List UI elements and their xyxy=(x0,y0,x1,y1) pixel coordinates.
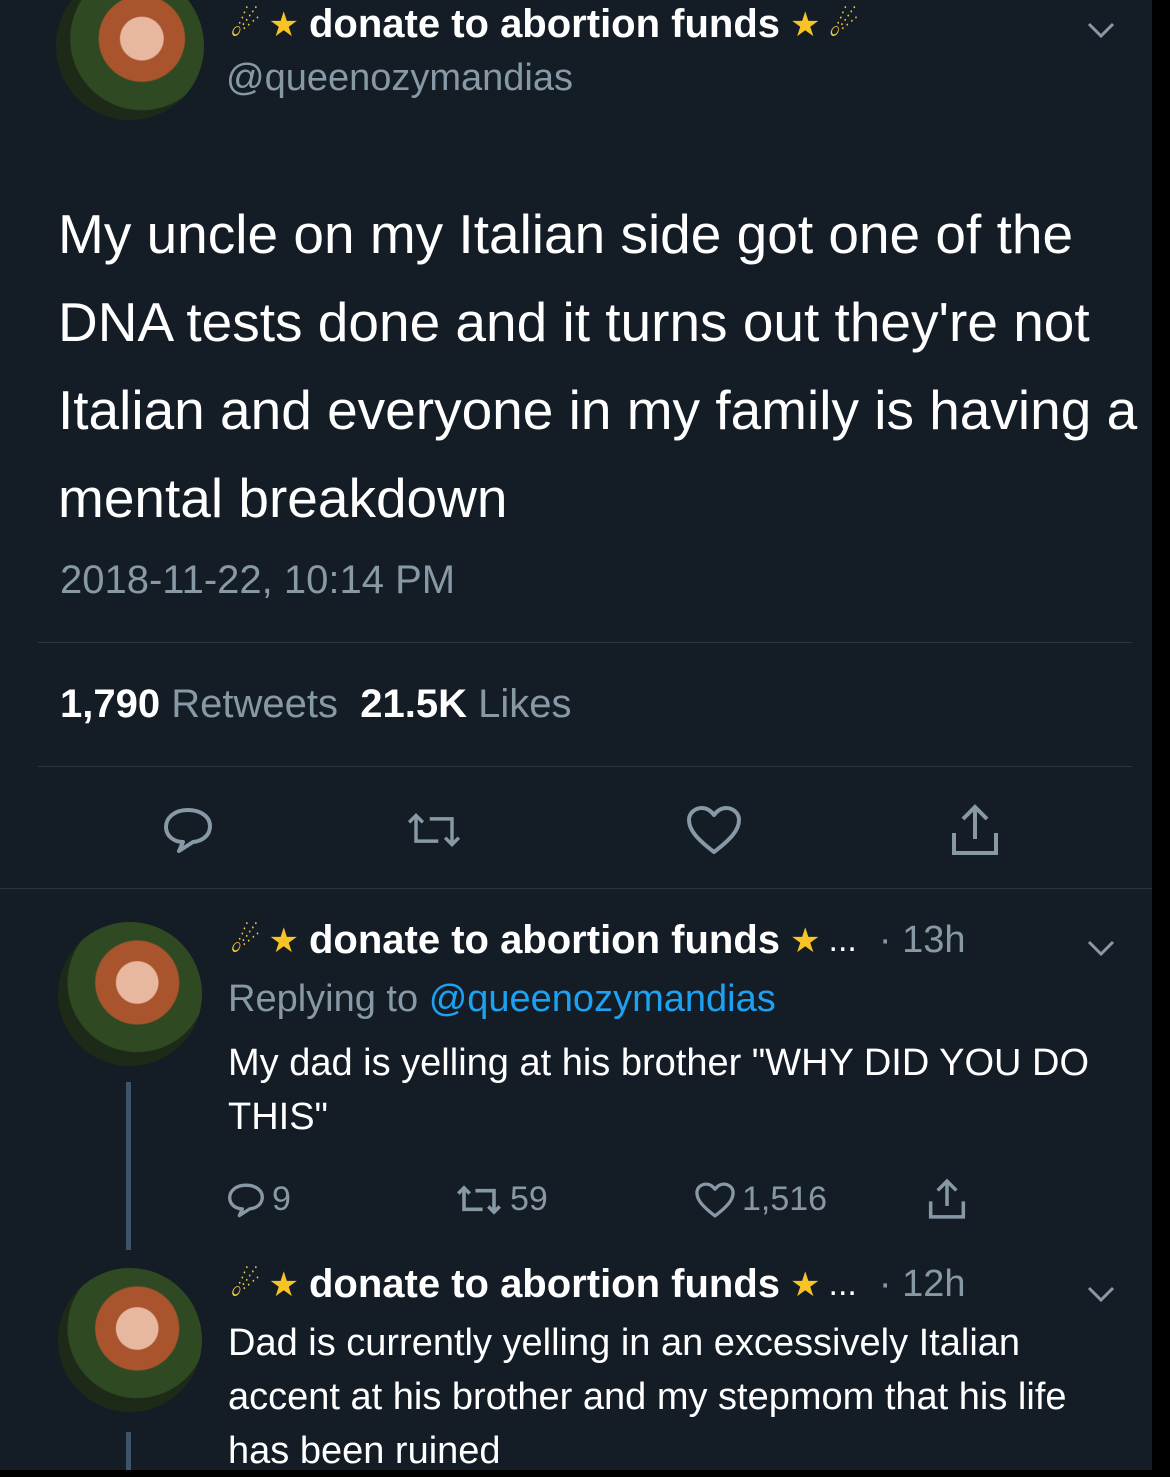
reply-text: My dad is yelling at his brother "WHY DI… xyxy=(228,1042,1090,1138)
reply-header: ☄ ★ donate to abortion funds ★ ... · 13h xyxy=(226,918,965,963)
replying-to: Replying to @queenozymandias xyxy=(228,978,776,1021)
retweet-icon xyxy=(457,1184,501,1215)
comet-emoji-icon: ☄ xyxy=(230,1265,261,1304)
divider xyxy=(0,888,1152,889)
retweet-icon xyxy=(407,813,461,847)
comet-emoji-icon: ☄ xyxy=(828,5,859,44)
retweets-count[interactable]: 1,790 xyxy=(60,682,160,726)
tweet-timestamp[interactable]: 2018-11-22, 10:14 PM xyxy=(60,558,455,603)
share-button[interactable] xyxy=(926,1178,974,1220)
reply-time[interactable]: · 13h xyxy=(879,919,966,962)
name-ellipsis: ... xyxy=(828,921,857,959)
comet-emoji-icon: ☄ xyxy=(230,5,261,44)
reply-button[interactable]: 9 xyxy=(226,1180,291,1219)
star-emoji-icon: ★ xyxy=(790,1265,821,1304)
retweet-count: 59 xyxy=(510,1180,548,1218)
tweet-stats: 1,790 Retweets 21.5K Likes xyxy=(60,682,571,727)
reply-icon xyxy=(228,1183,264,1217)
share-icon xyxy=(928,1178,966,1219)
like-button[interactable]: 1,516 xyxy=(694,1180,827,1219)
user-handle[interactable]: @queenozymandias xyxy=(226,57,863,100)
replying-label: Replying to xyxy=(228,978,419,1020)
avatar[interactable] xyxy=(58,922,202,1066)
likes-label[interactable]: Likes xyxy=(478,682,571,726)
divider xyxy=(38,642,1132,643)
tweet-screen: ☄ ★ donate to abortion funds ★ ☄ @queeno… xyxy=(0,0,1152,1470)
retweet-button[interactable] xyxy=(404,800,464,860)
star-emoji-icon: ★ xyxy=(268,5,299,44)
star-emoji-icon: ★ xyxy=(268,1265,299,1304)
likes-count[interactable]: 21.5K xyxy=(360,682,467,726)
name-ellipsis: ... xyxy=(828,1265,857,1303)
avatar[interactable] xyxy=(58,1268,202,1412)
reply-time[interactable]: · 12h xyxy=(879,1263,966,1306)
avatar[interactable] xyxy=(56,0,204,120)
display-name[interactable]: donate to abortion funds xyxy=(309,2,780,47)
display-name[interactable]: donate to abortion funds xyxy=(309,918,780,963)
main-tweet-header: ☄ ★ donate to abortion funds ★ ☄ @queeno… xyxy=(226,2,863,100)
star-emoji-icon: ★ xyxy=(790,921,821,960)
share-icon xyxy=(952,804,998,855)
like-count: 1,516 xyxy=(742,1180,828,1218)
star-emoji-icon: ★ xyxy=(790,5,821,44)
reply-button[interactable] xyxy=(158,800,218,860)
reply-count: 9 xyxy=(272,1180,291,1218)
display-name[interactable]: donate to abortion funds xyxy=(309,1262,780,1307)
divider xyxy=(38,766,1132,767)
reply-text: Dad is currently yelling in an excessive… xyxy=(228,1322,1067,1470)
comet-emoji-icon: ☄ xyxy=(230,921,261,960)
chevron-down-icon[interactable] xyxy=(1086,1274,1116,1313)
like-button[interactable] xyxy=(684,800,744,860)
chevron-down-icon[interactable] xyxy=(1086,928,1116,967)
mention-link[interactable]: @queenozymandias xyxy=(429,978,776,1020)
tweet-text: My uncle on my Italian side got one of t… xyxy=(58,203,1138,529)
chevron-down-icon[interactable] xyxy=(1086,10,1116,49)
star-emoji-icon: ★ xyxy=(268,921,299,960)
retweet-button[interactable]: 59 xyxy=(454,1180,548,1219)
thread-line xyxy=(126,1432,131,1470)
reply-icon xyxy=(164,808,212,853)
like-icon xyxy=(687,806,741,854)
like-icon xyxy=(695,1181,735,1218)
reply-header: ☄ ★ donate to abortion funds ★ ... · 12h xyxy=(226,1262,965,1307)
thread-line xyxy=(126,1082,131,1250)
share-button[interactable] xyxy=(945,800,1005,860)
retweets-label[interactable]: Retweets xyxy=(171,682,338,726)
